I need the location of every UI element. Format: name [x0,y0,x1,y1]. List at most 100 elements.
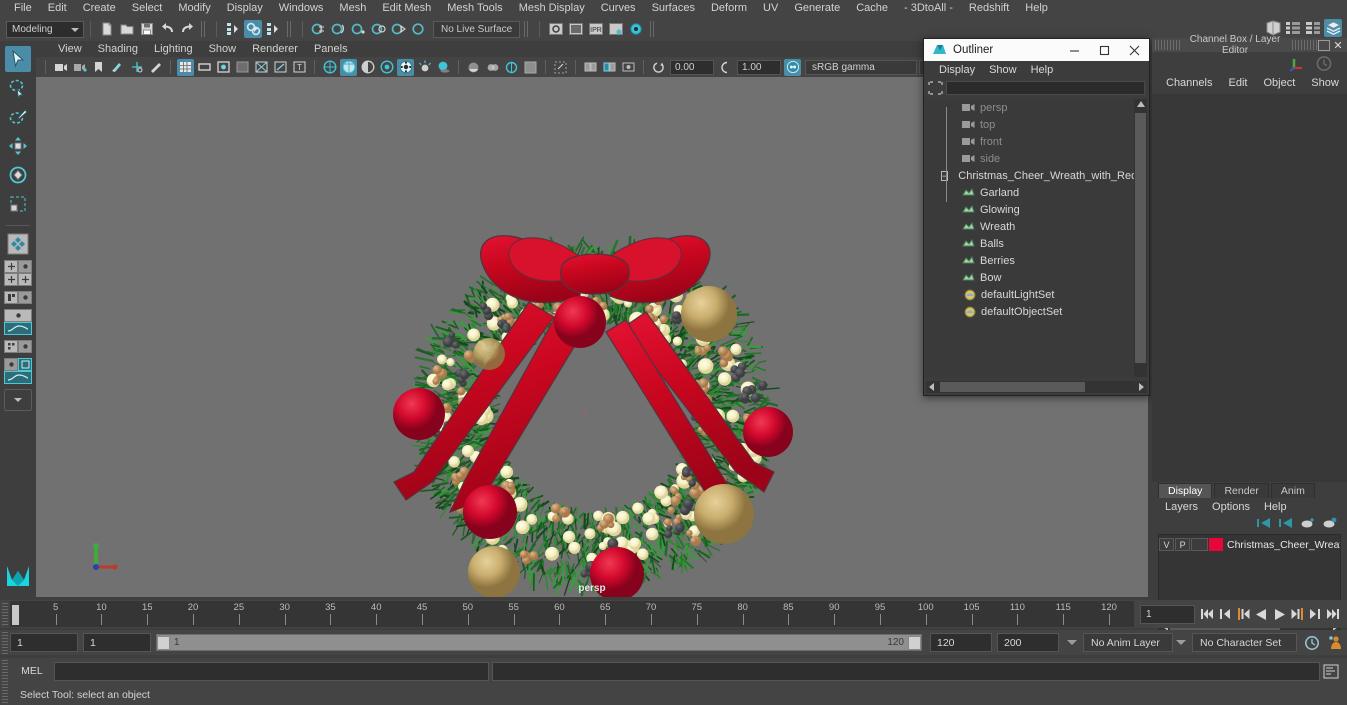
panel-close-button[interactable]: ✕ [1332,39,1344,52]
layer-display-type-toggle[interactable] [1191,538,1208,551]
new-layer-icon[interactable] [1301,517,1315,529]
animation-start-field[interactable]: 1 [10,633,78,652]
scroll-up-arrow-icon[interactable] [1137,101,1145,107]
panel-undock-button[interactable] [1318,40,1330,51]
resolution-gate-icon[interactable] [215,59,232,76]
layer-color-swatch[interactable] [1209,538,1223,551]
last-tool-used[interactable] [5,231,31,257]
tab-anim[interactable]: Anim [1271,483,1315,498]
command-output-field[interactable] [492,662,1320,681]
text-display-icon[interactable]: T [291,59,308,76]
menu-mesh[interactable]: Mesh [331,0,374,17]
save-scene-icon[interactable] [138,20,156,38]
select-by-hierarchy-icon[interactable] [224,20,242,38]
maximize-button[interactable] [1089,39,1119,61]
command-input-field[interactable] [54,662,489,681]
menu-modify[interactable]: Modify [170,0,218,17]
new-scene-icon[interactable] [98,20,116,38]
panel-grip[interactable] [1155,40,1181,50]
grease-pencil-icon[interactable] [147,59,164,76]
anim-layer-combo[interactable]: No Anim Layer [1083,633,1173,652]
layer-playback-toggle[interactable]: P [1175,538,1190,551]
viewport-settings-icon[interactable] [522,59,539,76]
new-layer-from-selected-icon[interactable] [1323,517,1337,529]
live-surface-field[interactable]: No Live Surface [433,21,520,38]
menu-select[interactable]: Select [124,0,171,17]
layout-two-pane-button[interactable] [18,260,32,273]
outliner-item-wreath[interactable]: Wreath [926,218,1134,235]
layout-uv-editor-button[interactable] [4,358,18,371]
menu-deform[interactable]: Deform [703,0,755,17]
outliner-search-input[interactable] [946,81,1145,95]
toolbar-grip[interactable] [524,21,529,37]
select-tool[interactable] [5,46,31,72]
character-set-combo[interactable]: No Character Set [1192,633,1297,652]
viewport-menu-panels[interactable]: Panels [306,43,356,55]
panel-grip[interactable] [1292,40,1318,50]
viewport-menu-renderer[interactable]: Renderer [244,43,306,55]
options-menu[interactable]: Options [1205,501,1257,513]
outliner-item-glowing[interactable]: Glowing [926,201,1134,218]
transform-axes-icon[interactable] [1289,55,1307,72]
snap-to-curve-icon[interactable] [330,20,348,38]
time-slider-grip[interactable] [2,603,8,625]
layout-graph-editor-button[interactable] [4,322,32,335]
xray-icon[interactable] [253,59,270,76]
previous-key-button[interactable] [1235,605,1251,623]
move-tool[interactable] [5,133,31,159]
redo-render-icon[interactable] [567,20,585,38]
channelbox-menu-edit[interactable]: Edit [1220,77,1255,89]
render-settings-icon[interactable] [607,20,625,38]
play-backwards-button[interactable] [1253,605,1269,623]
layout-render-view-button[interactable] [18,340,32,353]
channelbox-menu-object[interactable]: Object [1255,77,1303,89]
menu-display[interactable]: Display [219,0,271,17]
scale-tool[interactable] [5,191,31,217]
anti-aliasing-icon[interactable] [503,59,520,76]
outliner-item-default-object-set[interactable]: defaultObjectSet [926,303,1134,320]
menu-create[interactable]: Create [75,0,124,17]
menu-mesh-tools[interactable]: Mesh Tools [439,0,510,17]
select-by-object-type-icon[interactable] [244,20,262,38]
go-to-end-button[interactable] [1325,605,1341,623]
viewport-menu-lighting[interactable]: Lighting [146,43,201,55]
menu-3dtoall[interactable]: - 3DtoAll - [896,0,961,17]
menu-curves[interactable]: Curves [593,0,644,17]
move-layer-up-icon[interactable] [1257,517,1271,529]
shaded-and-wireframe-icon[interactable] [359,59,376,76]
move-layer-down-icon[interactable] [1279,517,1293,529]
color-management-icon[interactable] [784,59,801,76]
two-d-pan-zoom-icon[interactable] [128,59,145,76]
layout-four-pane-button[interactable] [18,273,32,286]
scroll-right-arrow-icon[interactable] [1139,383,1144,391]
menu-set-selector[interactable]: Modeling [6,21,84,38]
menu-cache[interactable]: Cache [848,0,896,17]
current-time-indicator[interactable] [12,605,19,625]
minimize-button[interactable] [1059,39,1089,61]
outliner-item-top[interactable]: top [926,116,1134,133]
outliner-title-bar[interactable]: Outliner [924,39,1149,61]
layout-persp-button[interactable] [18,291,32,304]
channel-box-content-area[interactable] [1152,94,1347,482]
outliner-item-default-light-set[interactable]: defaultLightSet [926,286,1134,303]
camera-attributes-icon[interactable] [71,59,88,76]
scrollbar-thumb[interactable] [940,382,1085,392]
layout-node-editor-button[interactable] [18,358,32,371]
animation-end-field[interactable]: 200 [997,633,1059,652]
grid-toggle-icon[interactable] [177,59,194,76]
use-all-lights-icon[interactable] [416,59,433,76]
toolbar-grip[interactable] [201,21,206,37]
outliner-item-christmas-wreath-group[interactable]: − Christmas_Cheer_Wreath_with_Red_ [926,167,1134,184]
paint-select-tool[interactable] [5,104,31,130]
menu-uv[interactable]: UV [755,0,786,17]
go-to-start-button[interactable] [1199,605,1215,623]
gamma-field[interactable]: 1.00 [737,60,781,75]
outliner-filter-icon[interactable] [928,81,943,95]
hypershade-icon[interactable] [627,20,645,38]
step-back-button[interactable] [1217,605,1233,623]
tab-render[interactable]: Render [1214,483,1268,498]
collapse-expander-icon[interactable]: − [941,171,948,181]
animation-preferences-icon[interactable] [1301,635,1323,651]
history-clock-icon[interactable] [1315,55,1333,72]
command-line-grip[interactable] [2,660,8,682]
